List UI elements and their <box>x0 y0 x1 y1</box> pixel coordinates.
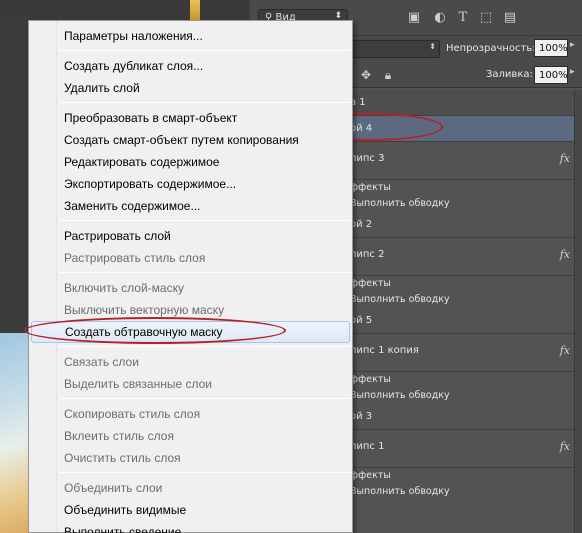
shape-filter-icon[interactable]: ⬚ <box>478 10 494 26</box>
menu-item: Объединить слои <box>64 481 163 495</box>
layer-name: липс 1 <box>350 441 385 452</box>
text-filter-icon[interactable]: T <box>455 10 471 26</box>
menu-item: Растрировать стиль слоя <box>64 251 206 265</box>
layer-name: ффекты <box>350 278 391 289</box>
menu-separator <box>59 220 350 221</box>
layer-name: ой 2 <box>350 219 373 230</box>
layer-name: Выполнить обводку <box>350 294 450 305</box>
menu-item[interactable]: Преобразовать в смарт-объект <box>31 107 350 129</box>
fill-input[interactable]: 100% <box>534 66 568 84</box>
canvas-top-strip <box>0 0 250 20</box>
layer-context-menu: Параметры наложения... Создать дубликат с… <box>28 20 353 533</box>
layer-name: ффекты <box>350 182 391 193</box>
fill-label: Заливка: <box>486 69 533 80</box>
layer-name: Выполнить обводку <box>350 390 450 401</box>
opacity-dropdown-icon[interactable]: ▸ <box>570 40 580 58</box>
menu-item[interactable]: Создать дубликат слоя... <box>31 55 350 77</box>
image-filter-icon[interactable]: ▣ <box>406 10 422 26</box>
fx-icon[interactable]: fx <box>560 248 570 261</box>
fx-icon[interactable]: fx <box>560 344 570 357</box>
opacity-label: Непрозрачность: <box>446 43 536 54</box>
menu-item[interactable]: Экспортировать содержимое... <box>31 173 350 195</box>
canvas-yellow-element <box>190 0 200 20</box>
fx-icon[interactable]: fx <box>560 440 570 453</box>
layer-name: липс 1 копия <box>350 345 419 356</box>
menu-separator <box>59 398 350 399</box>
fx-icon[interactable]: fx <box>560 152 570 165</box>
adjustment-filter-icon[interactable]: ◐ <box>432 10 448 26</box>
smart-object-filter-icon[interactable]: ▤ <box>502 10 518 26</box>
layer-name: ффекты <box>350 470 391 481</box>
layer-name: ой 3 <box>350 411 373 422</box>
chevron-updown-icon: ⬍ <box>429 42 436 51</box>
layer-name: ффекты <box>350 374 391 385</box>
opacity-input[interactable]: 100% <box>534 39 568 57</box>
menu-item: Вклеить стиль слоя <box>64 429 174 443</box>
lock-icon[interactable]: 🔒︎ <box>380 67 396 83</box>
menu-item: Очистить стиль слоя <box>64 451 181 465</box>
menu-item[interactable]: Объединить видимые <box>31 499 350 521</box>
menu-item[interactable]: Создать смарт-объект путем копирования <box>31 129 350 151</box>
menu-item[interactable]: Растрировать слой <box>31 225 350 247</box>
menu-item[interactable]: Выполнить сведение <box>31 521 350 533</box>
layer-name: Выполнить обводку <box>350 486 450 497</box>
menu-separator <box>59 102 350 103</box>
menu-item: Скопировать стиль слоя <box>64 407 201 421</box>
menu-item[interactable]: Редактировать содержимое <box>31 151 350 173</box>
annotation-ellipse-menu <box>24 317 286 344</box>
move-lock-icon[interactable]: ✥ <box>358 67 374 83</box>
menu-item[interactable]: Удалить слой <box>31 77 350 99</box>
menu-item[interactable]: Заменить содержимое... <box>31 195 350 217</box>
menu-item: Связать слои <box>64 355 139 369</box>
menu-separator <box>59 472 350 473</box>
blend-mode-select[interactable]: ⬍ <box>350 40 440 58</box>
layer-name: ой 5 <box>350 315 373 326</box>
layer-name: липс 3 <box>350 153 385 164</box>
layers-scrollbar[interactable] <box>574 90 582 533</box>
layer-name: липс 2 <box>350 249 385 260</box>
menu-separator <box>59 50 350 51</box>
menu-item: Включить слой-маску <box>64 281 184 295</box>
menu-item[interactable]: Параметры наложения... <box>31 25 350 47</box>
menu-separator <box>59 272 350 273</box>
layer-name: Выполнить обводку <box>350 198 450 209</box>
fill-dropdown-icon[interactable]: ▸ <box>570 67 580 85</box>
menu-item: Выделить связанные слои <box>64 377 213 391</box>
menu-separator <box>59 346 350 347</box>
